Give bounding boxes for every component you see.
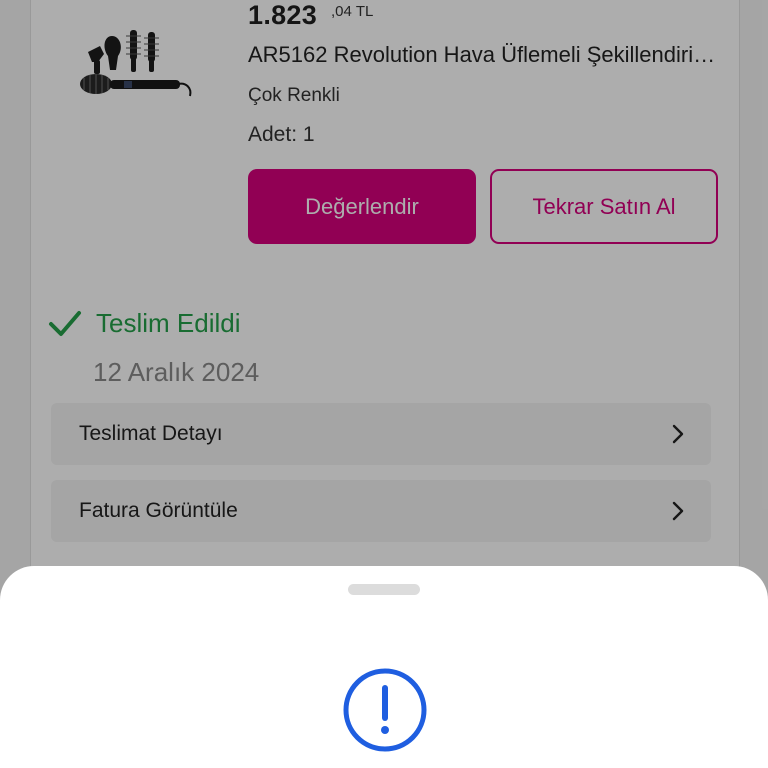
exclamation-circle-icon	[343, 668, 427, 752]
bottom-sheet	[0, 566, 768, 768]
sheet-drag-handle[interactable]	[348, 584, 420, 595]
